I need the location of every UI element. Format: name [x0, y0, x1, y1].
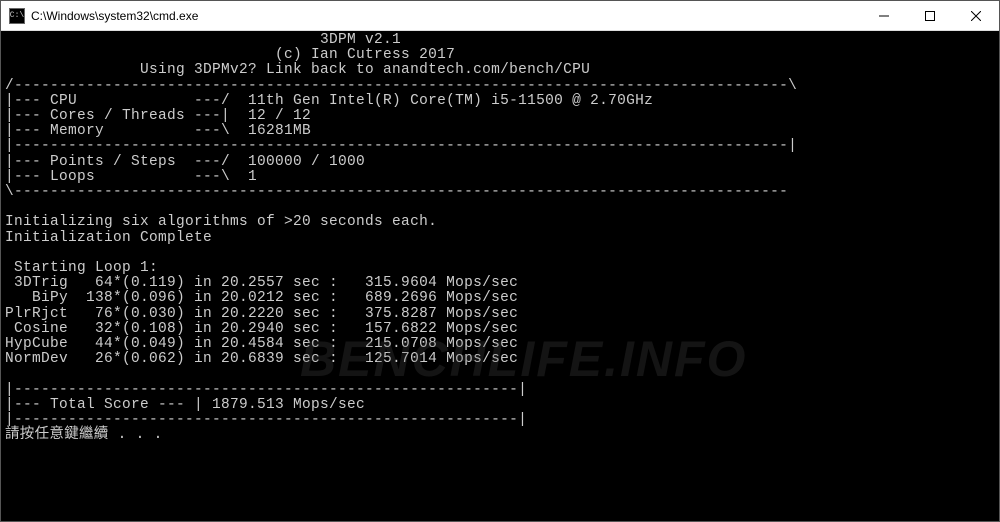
- cmd-icon: C:\: [9, 8, 25, 24]
- window-titlebar: C:\ C:\Windows\system32\cmd.exe: [1, 1, 999, 31]
- window-title: C:\Windows\system32\cmd.exe: [31, 9, 861, 23]
- window-controls: [861, 1, 999, 31]
- minimize-button[interactable]: [861, 1, 907, 31]
- terminal-output: 3DPM v2.1 (c) Ian Cutress 2017 Using 3DP…: [1, 31, 999, 445]
- close-button[interactable]: [953, 1, 999, 31]
- maximize-button[interactable]: [907, 1, 953, 31]
